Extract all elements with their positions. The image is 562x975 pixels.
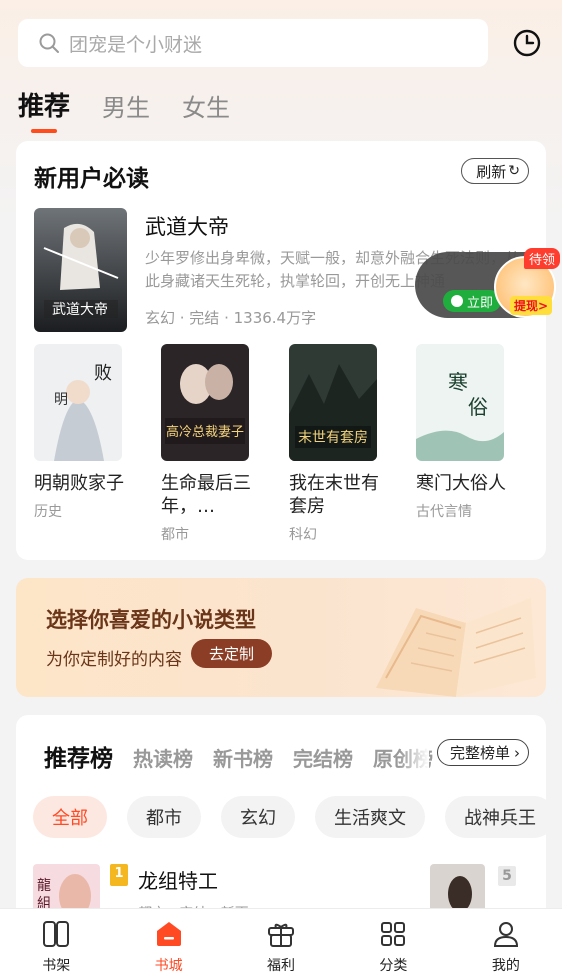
featured-book-meta: 玄幻 · 完结 · 1336.4万字 [145,309,317,327]
section-title: 新用户必读 [34,166,149,192]
book-item[interactable]: 高冷总裁妻子 生命最后三年，… 都市 [161,344,251,544]
gift-icon [268,923,295,947]
customize-button[interactable]: 去定制 [191,639,273,668]
chip[interactable]: 生活爽文 [315,796,425,838]
chip[interactable]: 玄幻 [221,796,295,838]
svg-text:末世有套房: 末世有套房 [298,430,368,446]
full-ranking-button[interactable]: 完整榜单 › [436,739,529,766]
tab-fade [399,735,429,771]
svg-text:高冷总裁妻子: 高冷总裁妻子 [166,424,244,440]
book-title: 我在末世有套房 [289,473,379,517]
ranking-book-title[interactable]: 龙组特工 [138,865,218,894]
full-ranking-label: 完整榜单 [449,744,510,762]
reward-claim-button[interactable]: 立即 [443,290,502,312]
new-user-card: 新用户必读 刷新 ↻ 武道大帝 武道大帝 少年罗修出身卑微，天赋一般，却意外融合… [16,141,546,560]
chip[interactable]: 战神兵王 [445,796,555,838]
nav-bookstore[interactable]: 书城 [112,909,224,975]
search-placeholder: 团宠是个小财迷 [69,33,203,56]
search-icon [39,33,59,53]
profile-icon [493,922,518,947]
nav-label: 书架 [42,958,71,974]
book-cover: 败 明 [34,344,122,461]
nav-category[interactable]: 分类 [337,909,449,975]
reward-badge: 待领 [523,248,560,269]
svg-text:寒: 寒 [448,370,468,394]
bottom-nav: 书架 书城 福利 分类 我的 [0,908,562,975]
wechat-icon [451,295,463,307]
book-title: 寒门大俗人 [416,473,506,494]
book-title: 生命最后三年，… [161,473,251,517]
banner-title: 选择你喜爱的小说类型 [46,608,256,632]
svg-text:明: 明 [54,392,68,408]
search-row: 团宠是个小财迷 [18,19,544,69]
book-genre: 科幻 [289,527,317,543]
category-chips: 全部 都市 玄幻 生活爽文 战神兵王 [33,796,562,838]
genre-preference-banner[interactable]: 选择你喜爱的小说类型 为你定制好的内容 去定制 [16,578,546,697]
nav-bookshelf[interactable]: 书架 [0,909,112,975]
svg-text:武道大帝: 武道大帝 [52,302,108,318]
ranking-tabs: 推荐榜 热读榜 新书榜 完结榜 原创榜 [44,739,453,773]
bookshelf-icon [43,921,70,947]
featured-book-cover[interactable]: 武道大帝 [34,208,127,332]
rank-tab[interactable]: 完结榜 [293,743,353,772]
refresh-button[interactable]: 刷新 ↻ [461,158,529,184]
chevron-right-icon: › [514,743,520,762]
book-genre: 都市 [161,527,189,543]
book-item[interactable]: 败 明 明朝败家子 历史 [34,344,124,521]
rank-badge: 5 [498,866,516,886]
chip[interactable]: 全部 [33,796,107,838]
nav-label: 我的 [491,958,520,974]
book-item[interactable]: 末世有套房 我在末世有套房 科幻 [289,344,379,544]
book-cover: 寒 俗 [416,344,504,461]
book-item[interactable]: 寒 俗 寒门大俗人 古代言情 [416,344,506,521]
tab-recommend[interactable]: 推荐 [18,86,70,123]
top-tabs: 推荐 男生 女生 [18,86,262,123]
featured-book-title[interactable]: 武道大帝 [145,211,229,241]
reward-float-widget[interactable]: 立即 待领 提现> [415,248,562,320]
refresh-icon: ↻ [508,163,520,179]
book-cover: 高冷总裁妻子 [161,344,249,461]
banner-subtitle: 为你定制好的内容 [46,650,182,670]
nav-welfare[interactable]: 福利 [225,909,337,975]
search-input[interactable]: 团宠是个小财迷 [18,19,488,67]
reward-claim-label: 立即 [467,295,494,311]
category-icon [381,922,406,946]
tab-female[interactable]: 女生 [182,88,230,123]
open-book-icon [376,598,536,697]
book-genre: 古代言情 [416,504,472,520]
chip[interactable]: 都市 [127,796,201,838]
clock-icon[interactable] [512,28,542,58]
rank-tab[interactable]: 热读榜 [133,743,193,772]
book-title: 明朝败家子 [34,473,124,494]
tab-male[interactable]: 男生 [102,88,150,123]
rank-badge: 1 [110,864,128,886]
nav-label: 书城 [154,958,183,974]
nav-label: 分类 [379,958,408,974]
refresh-label: 刷新 [476,162,507,181]
svg-text:龍: 龍 [37,877,51,894]
bookstore-icon [156,922,181,946]
svg-text:俗: 俗 [468,395,488,419]
book-genre: 历史 [34,504,62,520]
nav-label: 福利 [267,958,296,974]
nav-profile[interactable]: 我的 [450,909,562,975]
withdraw-label: 提现> [509,296,552,315]
rank-tab[interactable]: 推荐榜 [44,739,113,773]
rank-tab[interactable]: 新书榜 [213,743,273,772]
book-cover: 末世有套房 [289,344,377,461]
svg-text:败: 败 [94,363,112,384]
